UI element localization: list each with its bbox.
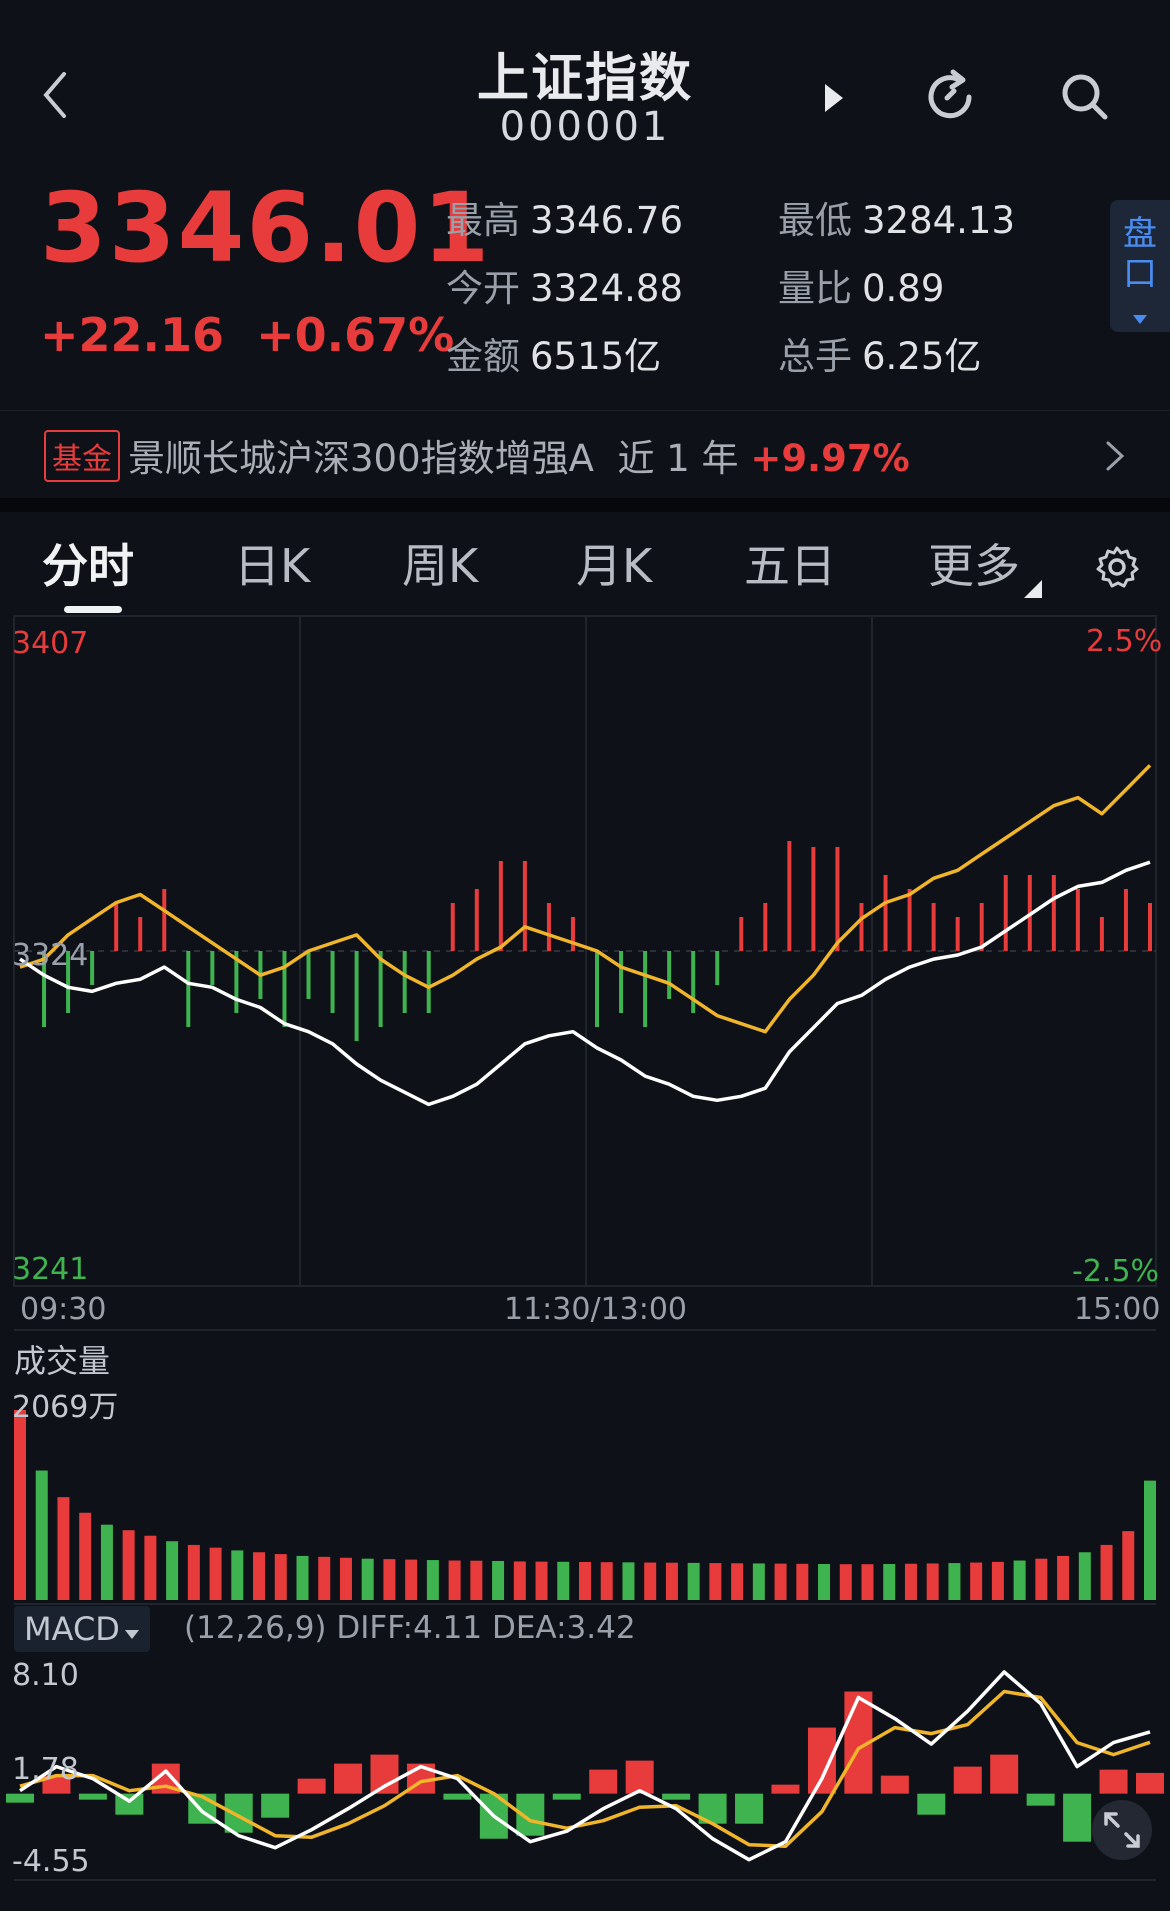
macd-histogram-bar bbox=[880, 1775, 909, 1794]
volume-bar bbox=[796, 1563, 809, 1600]
volume-title: 成交量 bbox=[14, 1342, 111, 1380]
macd-histogram-bar bbox=[1099, 1769, 1128, 1794]
expand-icon bbox=[1104, 1812, 1140, 1848]
volume-bar bbox=[709, 1563, 722, 1600]
pct-axis-min: -2.5% bbox=[1072, 1254, 1160, 1289]
macd-histogram-bar bbox=[771, 1784, 800, 1794]
macd-histogram-bar bbox=[1063, 1793, 1092, 1842]
macd-histogram-bar bbox=[990, 1754, 1019, 1794]
macd-axis-mid: 1.78 bbox=[12, 1752, 79, 1787]
volume-bar bbox=[839, 1564, 852, 1600]
volume-bar bbox=[144, 1535, 157, 1600]
volume-bar bbox=[535, 1561, 548, 1600]
volume-bar bbox=[818, 1564, 831, 1600]
caret-down-icon bbox=[124, 1630, 139, 1639]
volume-bar bbox=[1122, 1531, 1135, 1600]
macd-histogram-bar bbox=[334, 1763, 363, 1794]
volume-bar bbox=[492, 1560, 505, 1600]
volume-bar bbox=[883, 1564, 896, 1600]
volume-max-label: 2069万 bbox=[12, 1390, 119, 1425]
indicator-name: MACD bbox=[24, 1610, 120, 1648]
volume-bar bbox=[448, 1560, 461, 1600]
volume-bar bbox=[57, 1497, 70, 1600]
volume-bar bbox=[79, 1512, 92, 1600]
volume-bar bbox=[774, 1563, 787, 1600]
volume-bar bbox=[600, 1562, 613, 1600]
volume-bar bbox=[35, 1470, 48, 1600]
volume-bar bbox=[231, 1550, 244, 1600]
volume-bar bbox=[187, 1544, 200, 1600]
volume-bar bbox=[970, 1562, 983, 1600]
volume-bar bbox=[731, 1563, 744, 1600]
macd-histogram-bar bbox=[662, 1793, 691, 1800]
volume-bar bbox=[926, 1563, 939, 1600]
macd-histogram-bar bbox=[625, 1760, 654, 1794]
macd-histogram-bar bbox=[1026, 1793, 1055, 1806]
volume-bar bbox=[339, 1557, 352, 1600]
macd-diff-line bbox=[19, 1670, 1151, 1862]
volume-bar bbox=[426, 1560, 439, 1600]
volume-bar bbox=[1035, 1558, 1048, 1600]
volume-bar bbox=[296, 1555, 309, 1600]
volume-bar bbox=[904, 1563, 917, 1600]
macd-axis-min: -4.55 bbox=[12, 1844, 90, 1879]
macd-params: (12,26,9) DIFF:4.11 DEA:3.42 bbox=[184, 1610, 636, 1646]
macd-histogram-bar bbox=[6, 1793, 34, 1803]
volume-bar bbox=[14, 1410, 26, 1600]
volume-bar bbox=[1057, 1555, 1070, 1600]
volume-bar bbox=[100, 1524, 113, 1600]
macd-histogram-bar bbox=[224, 1793, 253, 1833]
volume-bar bbox=[622, 1562, 635, 1600]
macd-histogram-bar bbox=[297, 1778, 326, 1794]
price-axis-prev-close: 3324 bbox=[12, 938, 89, 973]
volume-bar bbox=[665, 1562, 678, 1600]
time-axis-close: 15:00 bbox=[1074, 1292, 1161, 1327]
fullscreen-button[interactable] bbox=[1092, 1800, 1152, 1860]
volume-bar bbox=[991, 1561, 1004, 1600]
macd-histogram-bar bbox=[917, 1793, 946, 1815]
volume-bar bbox=[318, 1556, 331, 1600]
volume-bar bbox=[405, 1559, 418, 1600]
volume-bar bbox=[948, 1563, 961, 1600]
macd-histogram-bar bbox=[953, 1766, 982, 1794]
volume-bar bbox=[470, 1560, 483, 1600]
volume-bar bbox=[1013, 1560, 1026, 1600]
pct-axis-max: 2.5% bbox=[1086, 624, 1163, 659]
volume-bar bbox=[644, 1562, 657, 1600]
volume-bar bbox=[209, 1547, 222, 1600]
volume-bar bbox=[579, 1561, 591, 1600]
volume-bar bbox=[557, 1561, 570, 1600]
volume-bar bbox=[1078, 1552, 1091, 1600]
macd-histogram-bar bbox=[78, 1793, 107, 1800]
macd-histogram-bar bbox=[443, 1793, 472, 1800]
volume-bar bbox=[861, 1564, 874, 1600]
macd-histogram-bar bbox=[1136, 1772, 1164, 1794]
volume-bar bbox=[1144, 1480, 1156, 1600]
volume-bar bbox=[383, 1559, 396, 1600]
volume-bar bbox=[274, 1554, 287, 1600]
price-axis-min: 3241 bbox=[12, 1252, 89, 1287]
volume-bar bbox=[1100, 1544, 1113, 1600]
volume-bar bbox=[752, 1563, 765, 1600]
volume-bar bbox=[687, 1562, 700, 1600]
price-axis-max: 3407 bbox=[12, 626, 89, 661]
macd-histogram-bar bbox=[552, 1793, 581, 1800]
volume-bar bbox=[122, 1530, 135, 1600]
macd-histogram-bar bbox=[589, 1769, 618, 1794]
macd-histogram-bar bbox=[261, 1793, 290, 1818]
time-axis-midday: 11:30/13:00 bbox=[504, 1292, 688, 1327]
macd-histogram-bar bbox=[735, 1793, 764, 1824]
volume-bar bbox=[253, 1552, 266, 1600]
volume-bar bbox=[166, 1541, 179, 1600]
macd-axis-max: 8.10 bbox=[12, 1658, 79, 1693]
indicator-selector[interactable]: MACD bbox=[14, 1606, 150, 1652]
volume-bar bbox=[513, 1561, 526, 1600]
time-axis-open: 09:30 bbox=[20, 1292, 107, 1327]
volume-bar bbox=[361, 1558, 374, 1600]
